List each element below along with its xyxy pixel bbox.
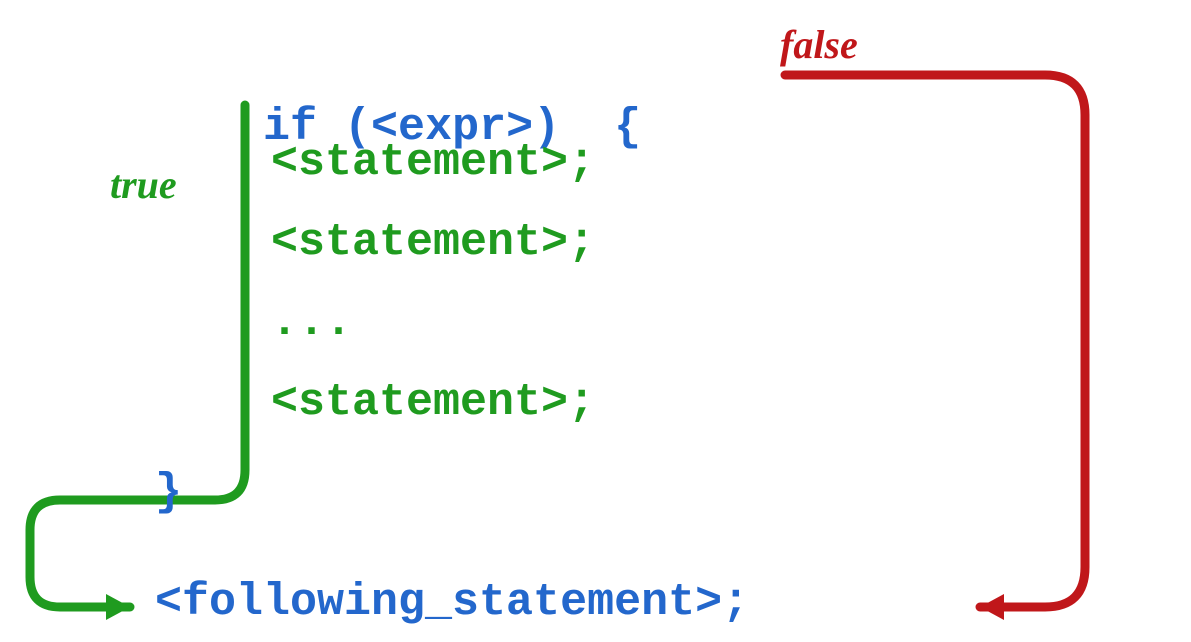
true-arrow-head	[106, 594, 130, 620]
statement-n: <statement>;	[271, 380, 595, 425]
statement-1: <statement>;	[271, 140, 595, 185]
open-brace: {	[587, 102, 641, 153]
close-brace: }	[155, 470, 182, 515]
false-arrow-head	[980, 594, 1004, 620]
true-label: true	[110, 165, 177, 205]
ellipsis: ...	[271, 300, 352, 345]
if-statement-diagram: if (<expr>) { <statement>; <statement>; …	[0, 0, 1191, 642]
statement-2: <statement>;	[271, 220, 595, 265]
following-statement: <following_statement>;	[155, 580, 749, 625]
false-arrow-path	[785, 75, 1085, 607]
false-label: false	[780, 25, 858, 65]
